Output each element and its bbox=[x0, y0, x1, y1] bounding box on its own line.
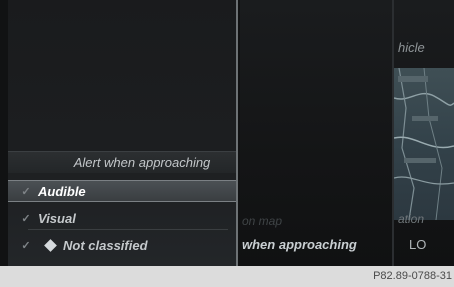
checkmark-icon: ✓ bbox=[21, 239, 31, 252]
menu-title: Alert when approaching bbox=[8, 151, 236, 173]
checkmark-icon: ✓ bbox=[21, 185, 31, 198]
checkmark-icon: ✓ bbox=[21, 212, 31, 225]
alert-menu-panel: Alert when approaching ✓ Audible ✓ Visua… bbox=[8, 0, 238, 266]
menu-item-label: Not classified bbox=[63, 237, 148, 253]
image-reference-code: P82.89-0788-31 bbox=[373, 270, 452, 282]
menu-item-label: Audible bbox=[38, 183, 86, 199]
menu-item-label: Visual bbox=[38, 210, 76, 226]
menu-divider bbox=[28, 229, 228, 230]
menu-item-audible[interactable]: ✓ Audible bbox=[8, 180, 236, 202]
diamond-icon bbox=[44, 238, 57, 252]
background-option-on-map: on map bbox=[242, 214, 283, 228]
background-option-when-approaching: when approaching bbox=[242, 237, 357, 252]
display-screen: hicle on map when approaching ation LO A… bbox=[0, 0, 454, 266]
menu-item-not-classified[interactable]: ✓ Not classified bbox=[8, 234, 236, 256]
map-preview bbox=[394, 68, 454, 220]
map-roads-graphic bbox=[394, 68, 454, 220]
background-value-lo: LO bbox=[409, 237, 427, 252]
menu-item-visual[interactable]: ✓ Visual bbox=[8, 207, 236, 229]
background-header-text: hicle bbox=[398, 40, 425, 55]
background-label-ation: ation bbox=[398, 212, 425, 226]
